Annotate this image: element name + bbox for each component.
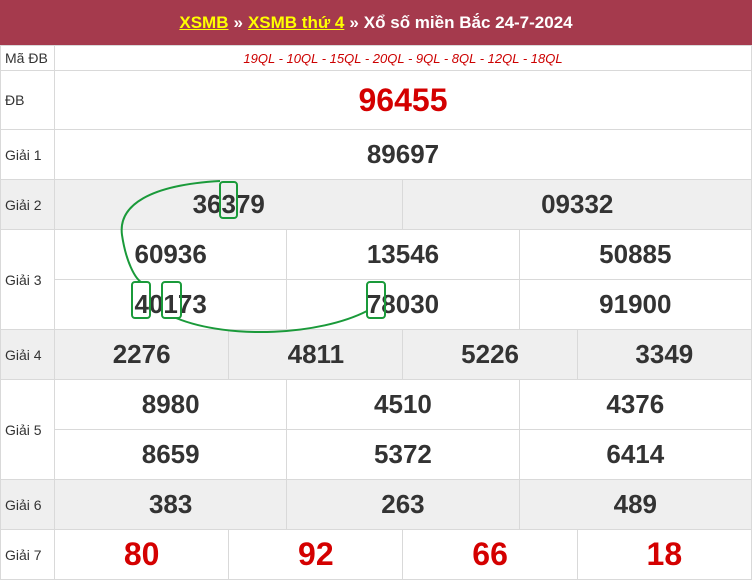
results-header: XSMB » XSMB thứ 4 » Xổ số miền Bắc 24-7-…	[0, 0, 752, 45]
prize-7-number: 92	[228, 529, 404, 580]
prize-3-label: Giải 3	[0, 229, 55, 330]
prize-6-number: 263	[286, 479, 520, 530]
prize-5-number: 5372	[286, 429, 520, 480]
prize-3-number: 60936	[53, 229, 288, 280]
xsmb-wednesday-link[interactable]: XSMB thứ 4	[248, 13, 344, 33]
prize-4-number: 2276	[53, 329, 230, 380]
prize-5-number: 4510	[286, 379, 520, 430]
prize-3-number: 13546	[286, 229, 520, 280]
prize-6-number: 489	[518, 479, 752, 530]
breadcrumb-separator: »	[233, 12, 243, 32]
prize-5-label: Giải 5	[0, 379, 55, 480]
prize-5-number: 6414	[518, 429, 752, 480]
prize-1-label: Giải 1	[0, 129, 55, 180]
prize-6-label: Giải 6	[0, 479, 55, 530]
prize-3-number: 78030	[286, 279, 520, 330]
prize-5-number: 8980	[53, 379, 288, 430]
prize-7-number: 80	[53, 529, 230, 580]
prize-2-number: 36379	[53, 179, 404, 230]
prize-2-number: 09332	[402, 179, 752, 230]
xsmb-link[interactable]: XSMB	[179, 13, 228, 33]
special-prize-label: ĐB	[0, 70, 55, 130]
prize-7-number: 18	[576, 529, 752, 580]
prize-4-number: 3349	[576, 329, 752, 380]
prize-4-label: Giải 4	[0, 329, 55, 380]
prize-7-number: 66	[402, 529, 578, 580]
page-title: Xổ số miền Bắc 24-7-2024	[363, 12, 573, 32]
breadcrumb-separator: »	[349, 12, 359, 32]
prize-3-number: 91900	[518, 279, 752, 330]
prize-3-number: 40173	[53, 279, 288, 330]
prize-4-number: 5226	[402, 329, 578, 380]
prize-7-label: Giải 7	[0, 529, 55, 580]
prize-5-number: 4376	[518, 379, 752, 430]
prize-1-number: 89697	[54, 129, 752, 180]
special-prize-number: 96455	[54, 70, 752, 130]
prize-6-number: 383	[53, 479, 288, 530]
prize-5-number: 8659	[53, 429, 288, 480]
special-code-label: Mã ĐB	[0, 45, 55, 71]
prize-2-label: Giải 2	[0, 179, 55, 230]
prize-3-number: 50885	[518, 229, 752, 280]
prize-4-number: 4811	[228, 329, 404, 380]
results-table: Mã ĐB 19QL - 10QL - 15QL - 20QL - 9QL - …	[0, 45, 752, 580]
special-codes: 19QL - 10QL - 15QL - 20QL - 9QL - 8QL - …	[54, 45, 752, 71]
